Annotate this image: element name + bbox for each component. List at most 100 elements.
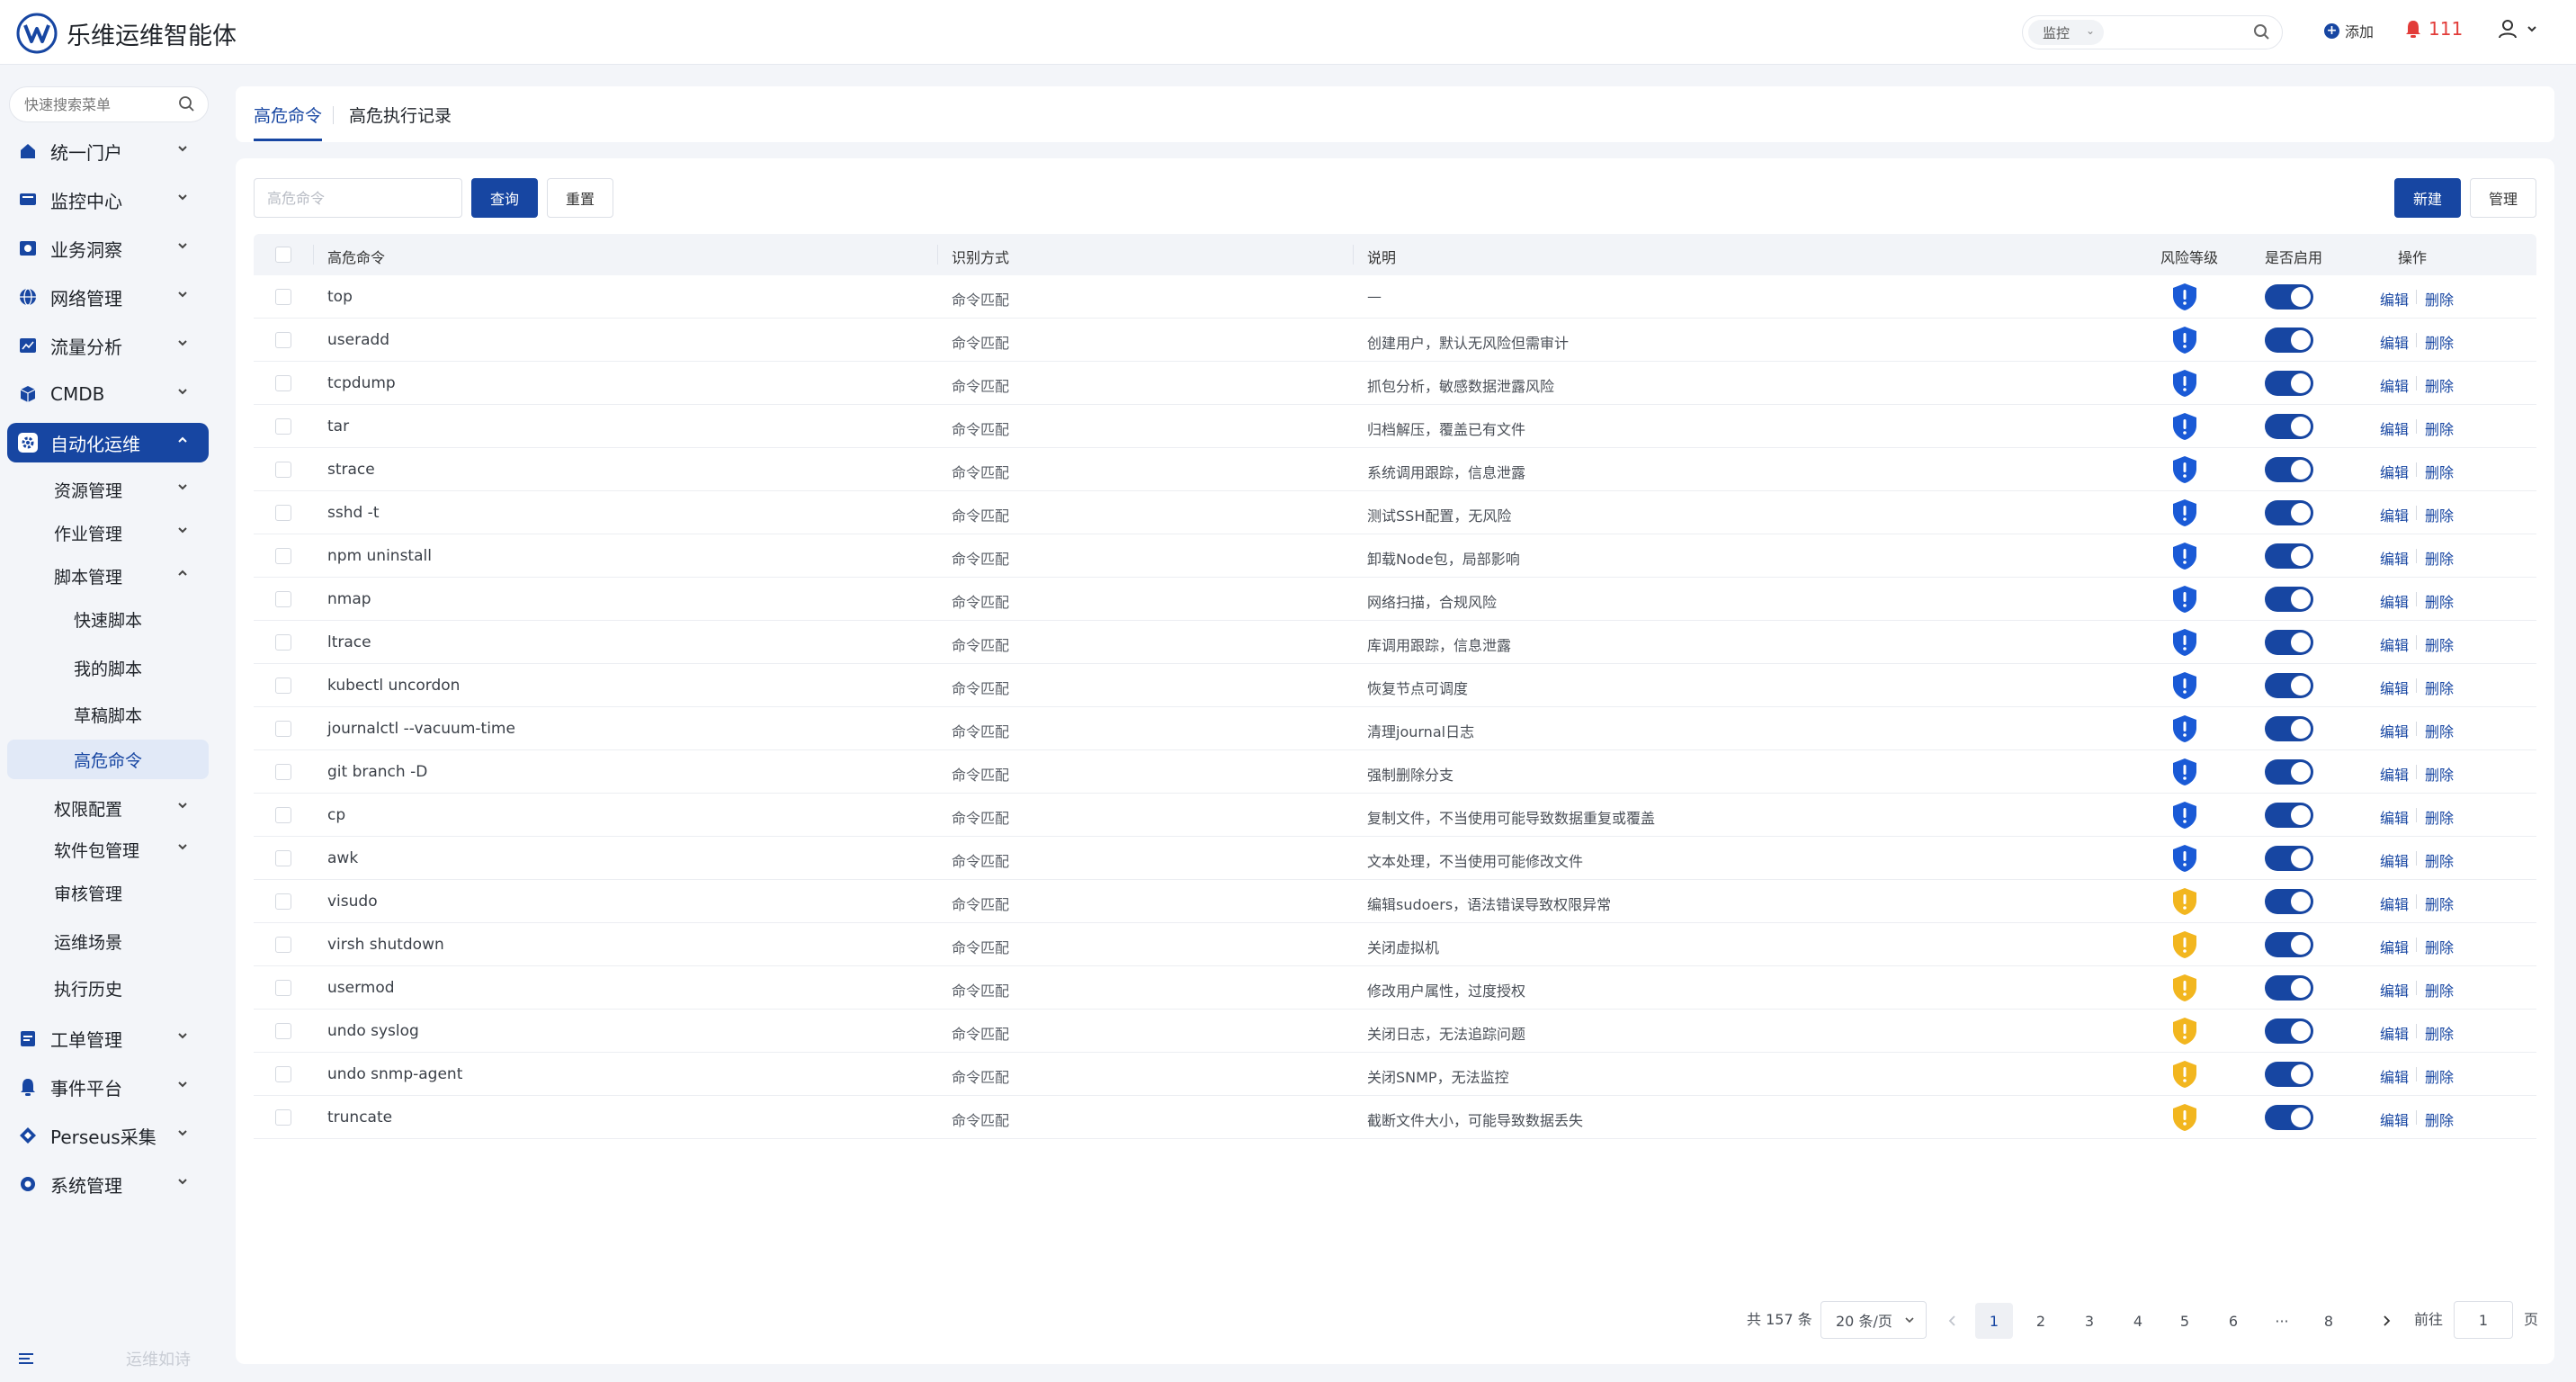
row-checkbox[interactable] [275, 980, 291, 996]
enabled-toggle[interactable] [2265, 328, 2313, 353]
delete-link[interactable]: 删除 [2425, 1108, 2454, 1130]
submenu-dangerous-command[interactable]: 高危命令 [7, 740, 209, 779]
delete-link[interactable]: 删除 [2425, 331, 2454, 353]
menu-item-traffic[interactable]: 流量分析 [7, 326, 209, 365]
submenu-resource[interactable]: 资源管理 [7, 470, 209, 509]
row-checkbox[interactable] [275, 505, 291, 521]
prev-page-icon[interactable] [1946, 1315, 1959, 1327]
submenu-job[interactable]: 作业管理 [7, 513, 209, 552]
delete-link[interactable]: 删除 [2425, 1022, 2454, 1044]
edit-link[interactable]: 编辑 [2380, 504, 2409, 525]
submenu-permission[interactable]: 权限配置 [7, 788, 209, 828]
row-checkbox[interactable] [275, 375, 291, 391]
row-checkbox[interactable] [275, 289, 291, 305]
row-checkbox[interactable] [275, 721, 291, 737]
edit-link[interactable]: 编辑 [2380, 590, 2409, 612]
enabled-toggle[interactable] [2265, 716, 2313, 741]
tab-dangerous-exec-records[interactable]: 高危执行记录 [349, 103, 452, 127]
page-size-select[interactable]: 20 条/页 [1820, 1301, 1927, 1339]
enabled-toggle[interactable] [2265, 630, 2313, 655]
delete-link[interactable]: 删除 [2425, 547, 2454, 569]
delete-link[interactable]: 删除 [2425, 893, 2454, 914]
tab-dangerous-commands[interactable]: 高危命令 [254, 103, 322, 127]
search-icon[interactable] [177, 94, 197, 114]
delete-link[interactable]: 删除 [2425, 633, 2454, 655]
goto-page-input[interactable] [2454, 1301, 2513, 1339]
row-checkbox[interactable] [275, 893, 291, 910]
global-search[interactable]: 监控 ⌄ [2022, 15, 2283, 49]
enabled-toggle[interactable] [2265, 975, 2313, 1001]
collapse-menu-icon[interactable] [16, 1349, 36, 1369]
edit-link[interactable]: 编辑 [2380, 633, 2409, 655]
menu-item-automation[interactable]: 自动化运维 [7, 423, 209, 462]
menu-item-insight[interactable]: 业务洞察 [7, 229, 209, 268]
row-checkbox[interactable] [275, 807, 291, 823]
select-all-checkbox[interactable] [275, 247, 291, 263]
next-page-icon[interactable] [2380, 1315, 2393, 1327]
delete-link[interactable]: 删除 [2425, 763, 2454, 785]
delete-link[interactable]: 删除 [2425, 590, 2454, 612]
delete-link[interactable]: 删除 [2425, 806, 2454, 828]
page-number[interactable]: 3 [2071, 1303, 2108, 1339]
query-button[interactable]: 查询 [471, 178, 538, 218]
enabled-toggle[interactable] [2265, 759, 2313, 785]
menu-search-input[interactable] [10, 87, 163, 121]
delete-link[interactable]: 删除 [2425, 720, 2454, 741]
edit-link[interactable]: 编辑 [2380, 547, 2409, 569]
edit-link[interactable]: 编辑 [2380, 936, 2409, 957]
submenu-quick-script[interactable]: 快速脚本 [7, 599, 209, 639]
enabled-toggle[interactable] [2265, 673, 2313, 698]
row-checkbox[interactable] [275, 1066, 291, 1082]
delete-link[interactable]: 删除 [2425, 504, 2454, 525]
row-checkbox[interactable] [275, 764, 291, 780]
edit-link[interactable]: 编辑 [2380, 288, 2409, 310]
command-filter-input[interactable] [254, 178, 462, 218]
edit-link[interactable]: 编辑 [2380, 806, 2409, 828]
menu-item-cmdb[interactable]: CMDB [7, 374, 209, 414]
page-number[interactable]: 2 [2022, 1303, 2060, 1339]
menu-item-portal[interactable]: 统一门户 [7, 131, 209, 171]
row-checkbox[interactable] [275, 418, 291, 435]
search-scope-select[interactable]: 监控 ⌄ [2028, 20, 2104, 45]
submenu-review[interactable]: 审核管理 [7, 873, 209, 912]
enabled-toggle[interactable] [2265, 457, 2313, 482]
page-number[interactable]: 4 [2119, 1303, 2157, 1339]
submenu-history[interactable]: 执行历史 [7, 968, 209, 1008]
alarm-indicator[interactable]: 111 [2403, 18, 2463, 40]
edit-link[interactable]: 编辑 [2380, 979, 2409, 1001]
row-checkbox[interactable] [275, 591, 291, 607]
edit-link[interactable]: 编辑 [2380, 1065, 2409, 1087]
row-checkbox[interactable] [275, 462, 291, 478]
row-checkbox[interactable] [275, 1109, 291, 1126]
delete-link[interactable]: 删除 [2425, 849, 2454, 871]
reset-button[interactable]: 重置 [547, 178, 613, 218]
menu-item-monitor[interactable]: 监控中心 [7, 180, 209, 220]
row-checkbox[interactable] [275, 850, 291, 866]
add-button[interactable]: + 添加 [2324, 20, 2374, 41]
delete-link[interactable]: 删除 [2425, 979, 2454, 1001]
page-ellipsis[interactable]: ··· [2263, 1303, 2301, 1339]
edit-link[interactable]: 编辑 [2380, 1108, 2409, 1130]
menu-search[interactable] [9, 86, 209, 122]
page-number[interactable]: 6 [2214, 1303, 2252, 1339]
enabled-toggle[interactable] [2265, 543, 2313, 569]
delete-link[interactable]: 删除 [2425, 288, 2454, 310]
menu-item-perseus[interactable]: Perseus采集 [7, 1116, 209, 1155]
edit-link[interactable]: 编辑 [2380, 461, 2409, 482]
delete-link[interactable]: 删除 [2425, 417, 2454, 439]
edit-link[interactable]: 编辑 [2380, 417, 2409, 439]
submenu-scenario[interactable]: 运维场景 [7, 921, 209, 961]
delete-link[interactable]: 删除 [2425, 374, 2454, 396]
menu-item-system[interactable]: 系统管理 [7, 1164, 209, 1204]
enabled-toggle[interactable] [2265, 284, 2313, 310]
user-menu[interactable] [2497, 18, 2538, 40]
enabled-toggle[interactable] [2265, 371, 2313, 396]
edit-link[interactable]: 编辑 [2380, 331, 2409, 353]
edit-link[interactable]: 编辑 [2380, 763, 2409, 785]
new-button[interactable]: 新建 [2394, 178, 2461, 218]
enabled-toggle[interactable] [2265, 803, 2313, 828]
enabled-toggle[interactable] [2265, 500, 2313, 525]
enabled-toggle[interactable] [2265, 889, 2313, 914]
search-icon[interactable] [2251, 22, 2273, 43]
page-number[interactable]: 8 [2310, 1303, 2348, 1339]
